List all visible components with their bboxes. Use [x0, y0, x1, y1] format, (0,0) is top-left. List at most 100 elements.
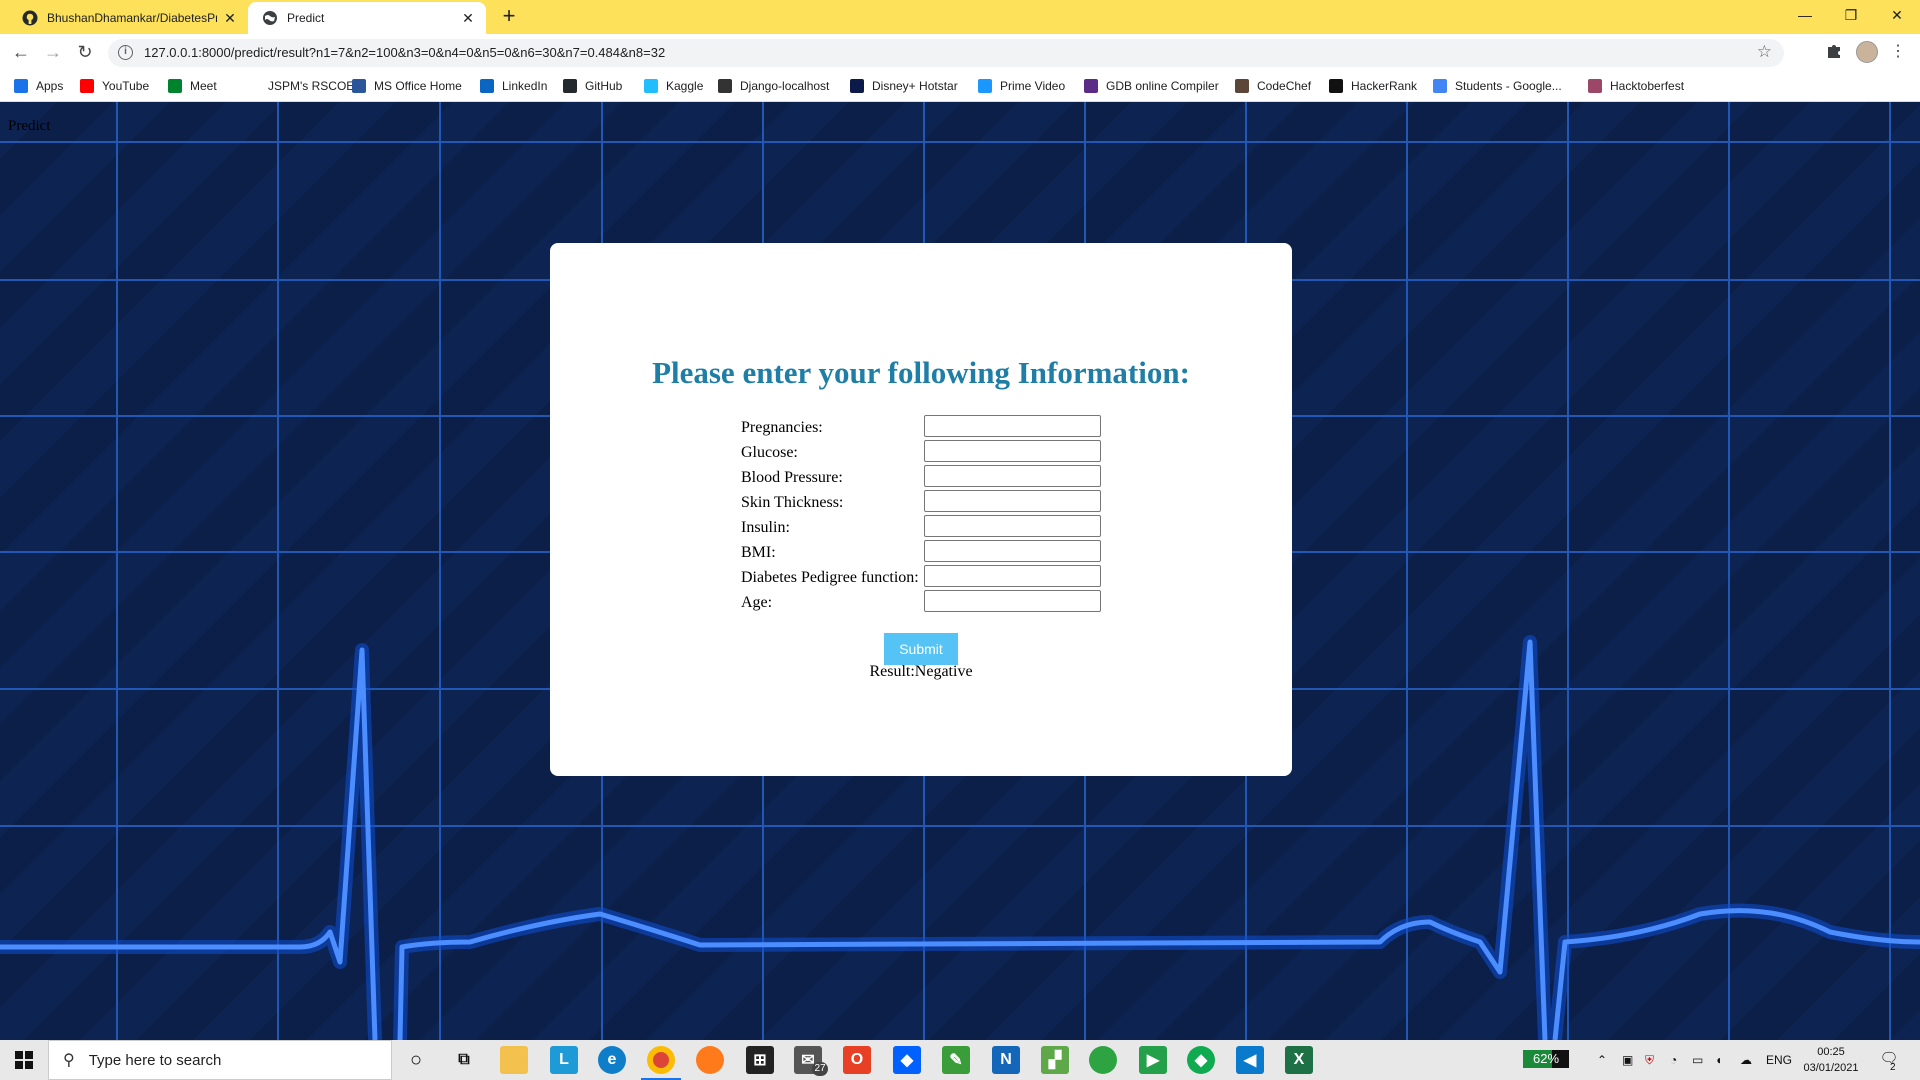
bookmark-django-localhost[interactable]: Django-localhost: [718, 78, 829, 94]
bmi-label: BMI:: [741, 544, 776, 561]
bookmark-jspm-s-rscoe[interactable]: JSPM's RSCOE: [246, 78, 354, 94]
tray-device-icon[interactable]: ▣: [1622, 1040, 1633, 1080]
prime-video-icon: [978, 79, 992, 93]
clock-date: 03/01/2021: [1803, 1062, 1859, 1074]
address-bar[interactable]: i 127.0.0.1:8000/predict/result?n1=7&n2=…: [108, 39, 1784, 67]
close-window-icon[interactable]: ✕: [1874, 0, 1920, 30]
excel-icon[interactable]: X: [1285, 1046, 1313, 1074]
glucose-label: Glucose:: [741, 444, 798, 461]
page-title: Predict: [8, 118, 51, 134]
forward-arrow-icon[interactable]: →: [41, 40, 65, 64]
bookmark-star-icon[interactable]: ☆: [1757, 42, 1772, 62]
new-tab-button[interactable]: +: [498, 5, 520, 28]
windows-taskbar: ⚲ Type here to search ○ ⧉ L e ⊞ ✉ 27 O ◆…: [0, 1040, 1920, 1080]
insulin-input[interactable]: [924, 515, 1101, 537]
site-info-icon[interactable]: i: [118, 45, 133, 60]
green-leaf-app-icon[interactable]: [1089, 1046, 1117, 1074]
back-arrow-icon[interactable]: ←: [9, 40, 33, 64]
show-hidden-icons[interactable]: ⌃: [1597, 1040, 1607, 1080]
media-app-icon[interactable]: ▶: [1139, 1046, 1167, 1074]
reload-icon[interactable]: ↻: [73, 40, 97, 64]
chart-app-icon[interactable]: ▞: [1041, 1046, 1069, 1074]
dropbox-icon[interactable]: ◆: [893, 1046, 921, 1074]
globe-icon: [718, 79, 732, 93]
language-indicator[interactable]: ENG: [1766, 1040, 1792, 1080]
speaker-icon[interactable]: ◖: [1715, 1040, 1722, 1080]
bookmark-label: Apps: [36, 79, 64, 93]
restore-icon[interactable]: ❐: [1828, 0, 1874, 30]
skin-thickness-label: Skin Thickness:: [741, 494, 844, 511]
codechef-icon: [1235, 79, 1249, 93]
age-input[interactable]: [924, 590, 1101, 612]
bookmark-prime-video[interactable]: Prime Video: [978, 78, 1065, 94]
bookmark-apps[interactable]: Apps: [14, 78, 63, 94]
mongodb-compass-icon[interactable]: ◆: [1187, 1046, 1215, 1074]
store-icon[interactable]: ⊞: [746, 1046, 774, 1074]
glucose-input[interactable]: [924, 440, 1101, 462]
bookmark-linkedin[interactable]: LinkedIn: [480, 78, 547, 94]
kaggle-icon: [644, 79, 658, 93]
word-icon: [352, 79, 366, 93]
bookmark-codechef[interactable]: CodeChef: [1235, 78, 1311, 94]
bmi-input[interactable]: [924, 540, 1101, 562]
tab-predict[interactable]: Predict ✕: [248, 2, 486, 34]
bookmark-label: Disney+ Hotstar: [872, 79, 958, 93]
close-tab-icon[interactable]: ✕: [460, 10, 476, 26]
edge-icon[interactable]: e: [598, 1046, 626, 1074]
menu-kebab-icon[interactable]: ⋮: [1888, 42, 1908, 62]
taskbar-search-box[interactable]: ⚲ Type here to search: [48, 1040, 392, 1080]
notification-center-icon[interactable]: 🗨: [1878, 1049, 1900, 1071]
browser-toolbar: ← → ↻ i 127.0.0.1:8000/predict/result?n1…: [0, 34, 1920, 70]
chrome-icon[interactable]: [647, 1046, 675, 1074]
tray-security-icon[interactable]: ⛨: [1645, 1040, 1654, 1080]
task-view-icon[interactable]: ⧉: [450, 1046, 478, 1074]
pedigree-input[interactable]: [924, 565, 1101, 587]
notepad-icon[interactable]: N: [992, 1046, 1020, 1074]
minimize-icon[interactable]: —: [1782, 0, 1828, 30]
bookmark-disney-hotstar[interactable]: Disney+ Hotstar: [850, 78, 958, 94]
pregnancies-input[interactable]: [924, 415, 1101, 437]
url-text: 127.0.0.1:8000/predict/result?n1=7&n2=10…: [144, 45, 666, 60]
bookmark-youtube[interactable]: YouTube: [80, 78, 149, 94]
bookmark-kaggle[interactable]: Kaggle: [644, 78, 703, 94]
browser-tab-bar: BhushanDhamankar/DiabetesPre ✕ Predict ✕…: [0, 0, 1920, 34]
github-icon: [22, 10, 38, 26]
bookmark-ms-office-home[interactable]: MS Office Home: [352, 78, 462, 94]
tab-github[interactable]: BhushanDhamankar/DiabetesPre ✕: [8, 2, 248, 34]
bookmark-label: Django-localhost: [740, 79, 830, 93]
windows-start-icon[interactable]: [0, 1040, 48, 1080]
close-tab-icon[interactable]: ✕: [222, 10, 238, 26]
firefox-icon[interactable]: [696, 1046, 724, 1074]
cortana-icon[interactable]: ○: [402, 1046, 430, 1074]
bookmarks-bar: Apps YouTube Meet JSPM's RSCOE MS Office Hom…: [0, 70, 1920, 102]
taskbar-clock[interactable]: 00:25 03/01/2021: [1796, 1044, 1866, 1076]
google-icon: [1433, 79, 1447, 93]
vscode-icon[interactable]: ◀: [1236, 1046, 1264, 1074]
cloud-icon[interactable]: ☁: [1740, 1040, 1752, 1080]
lenovo-vantage-icon[interactable]: L: [550, 1046, 578, 1074]
hotstar-icon: [850, 79, 864, 93]
bookmark-label: Kaggle: [666, 79, 704, 93]
battery-indicator[interactable]: 62%: [1523, 1050, 1569, 1068]
bookmark-label: Prime Video: [1000, 79, 1066, 93]
form-heading: Please enter your following Information:: [652, 355, 1190, 390]
office-icon[interactable]: O: [843, 1046, 871, 1074]
file-explorer-icon[interactable]: [500, 1046, 528, 1074]
blood-pressure-label: Blood Pressure:: [741, 469, 843, 486]
bookmark-hackerrank[interactable]: HackerRank: [1329, 78, 1417, 94]
extensions-puzzle-icon[interactable]: [1824, 42, 1844, 62]
bookmark-hacktoberfest[interactable]: Hacktoberfest: [1588, 78, 1684, 94]
pedigree-label: Diabetes Pedigree function:: [741, 569, 919, 586]
skin-thickness-input[interactable]: [924, 490, 1101, 512]
submit-button[interactable]: Submit: [884, 633, 958, 665]
bookmark-github[interactable]: GitHub: [563, 78, 622, 94]
pen-tool-icon[interactable]: ✎: [942, 1046, 970, 1074]
profile-avatar[interactable]: [1856, 41, 1878, 63]
bookmark-gdb-online-compiler[interactable]: GDB online Compiler: [1084, 78, 1219, 94]
linkedin-icon: [480, 79, 494, 93]
wifi-icon[interactable]: ◔: [1670, 1040, 1677, 1080]
battery-icon[interactable]: ▭: [1692, 1040, 1703, 1080]
bookmark-students-google[interactable]: Students - Google...: [1433, 78, 1562, 94]
blood-pressure-input[interactable]: [924, 465, 1101, 487]
bookmark-meet[interactable]: Meet: [168, 78, 217, 94]
